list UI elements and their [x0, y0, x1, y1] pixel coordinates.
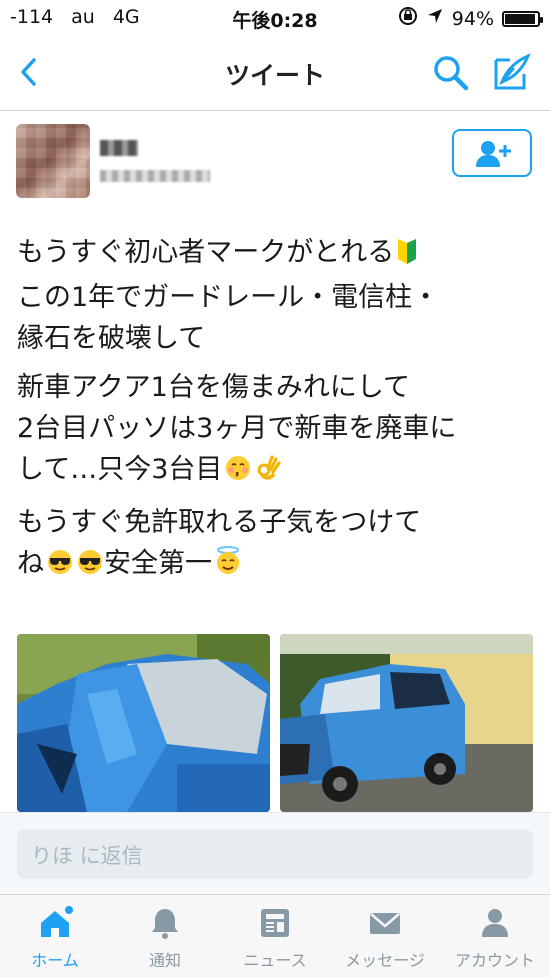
ok-hand-icon [254, 453, 282, 494]
battery-fill [505, 13, 535, 24]
envelope-icon [370, 913, 400, 934]
tab-news[interactable]: ニュース [220, 895, 330, 977]
compose-icon [494, 53, 531, 90]
person-icon [482, 909, 508, 937]
tab-label: ニュース [243, 951, 307, 970]
sunglasses-face-icon [76, 547, 104, 588]
rotation-lock-icon [398, 6, 418, 31]
tab-messages[interactable]: メッセージ [330, 895, 440, 977]
tab-label: ホーム [31, 951, 79, 970]
tweet-line: ね [17, 548, 44, 579]
tweet-line: 縁石を破壊して [17, 323, 206, 354]
news-icon [261, 909, 289, 937]
tweet-line: 新車アクア1台を傷まみれにして [17, 372, 411, 403]
tweet-image-2[interactable] [280, 634, 533, 812]
tab-label: アカウント [454, 951, 535, 970]
tweet-line: もうすぐ初心者マークがとれる [17, 237, 395, 268]
user-name-blurred[interactable] [100, 140, 138, 156]
tweet-image-1[interactable] [17, 634, 270, 812]
tab-bar: ホーム 通知 ニュース メッセージ アカウント [0, 894, 550, 977]
reply-input[interactable]: りほ に返信 [17, 829, 533, 879]
tab-notifications[interactable]: 通知 [110, 895, 220, 977]
kissing-face-icon [224, 453, 252, 494]
compose-button[interactable] [492, 52, 532, 92]
follow-button[interactable] [452, 129, 532, 177]
location-icon [426, 7, 444, 30]
tweet-paragraph-1: もうすぐ初心者マークがとれる この1年でガードレール・電信柱・ 縁石を破壊して [17, 232, 537, 359]
beginner-mark-icon [396, 236, 418, 277]
sunglasses-face-icon [46, 547, 74, 588]
tweet-paragraph-3: もうすぐ免許取れる子気をつけて ね 安全第一 [17, 502, 537, 588]
tweet-line: もうすぐ免許取れる子気をつけて [17, 507, 422, 538]
tweet-line: 安全第一 [104, 548, 212, 579]
search-button[interactable] [432, 54, 470, 92]
add-user-icon [476, 141, 511, 167]
user-handle-blurred[interactable] [100, 170, 210, 182]
tab-account[interactable]: アカウント [440, 895, 550, 977]
tweet-text: もうすぐ初心者マークがとれる この1年でガードレール・電信柱・ 縁石を破壊して … [17, 232, 537, 596]
tab-home[interactable]: ホーム [0, 895, 110, 977]
tab-label: メッセージ [345, 951, 425, 970]
avatar[interactable] [16, 124, 90, 198]
search-icon [434, 56, 469, 91]
tab-label: 通知 [148, 951, 181, 970]
battery-percent: 94% [451, 7, 494, 30]
status-bar: -114 au 4G 午後0:28 94% [0, 0, 550, 36]
tweet-line: 2台目パッソは3ヶ月で新車を廃車に [17, 413, 457, 444]
halo-face-icon [214, 546, 242, 588]
tweet-line: この1年でガードレール・電信柱・ [17, 282, 440, 313]
reply-bar: りほ に返信 [0, 812, 550, 895]
bell-icon [152, 909, 178, 939]
home-icon [41, 906, 73, 937]
tweet-paragraph-2: 新車アクア1台を傷まみれにして 2台目パッソは3ヶ月で新車を廃車に して…只今3… [17, 367, 537, 494]
tweet-line: して…只今3台目 [17, 454, 223, 485]
nav-bar: ツイート [0, 36, 550, 111]
battery-icon [502, 10, 543, 27]
